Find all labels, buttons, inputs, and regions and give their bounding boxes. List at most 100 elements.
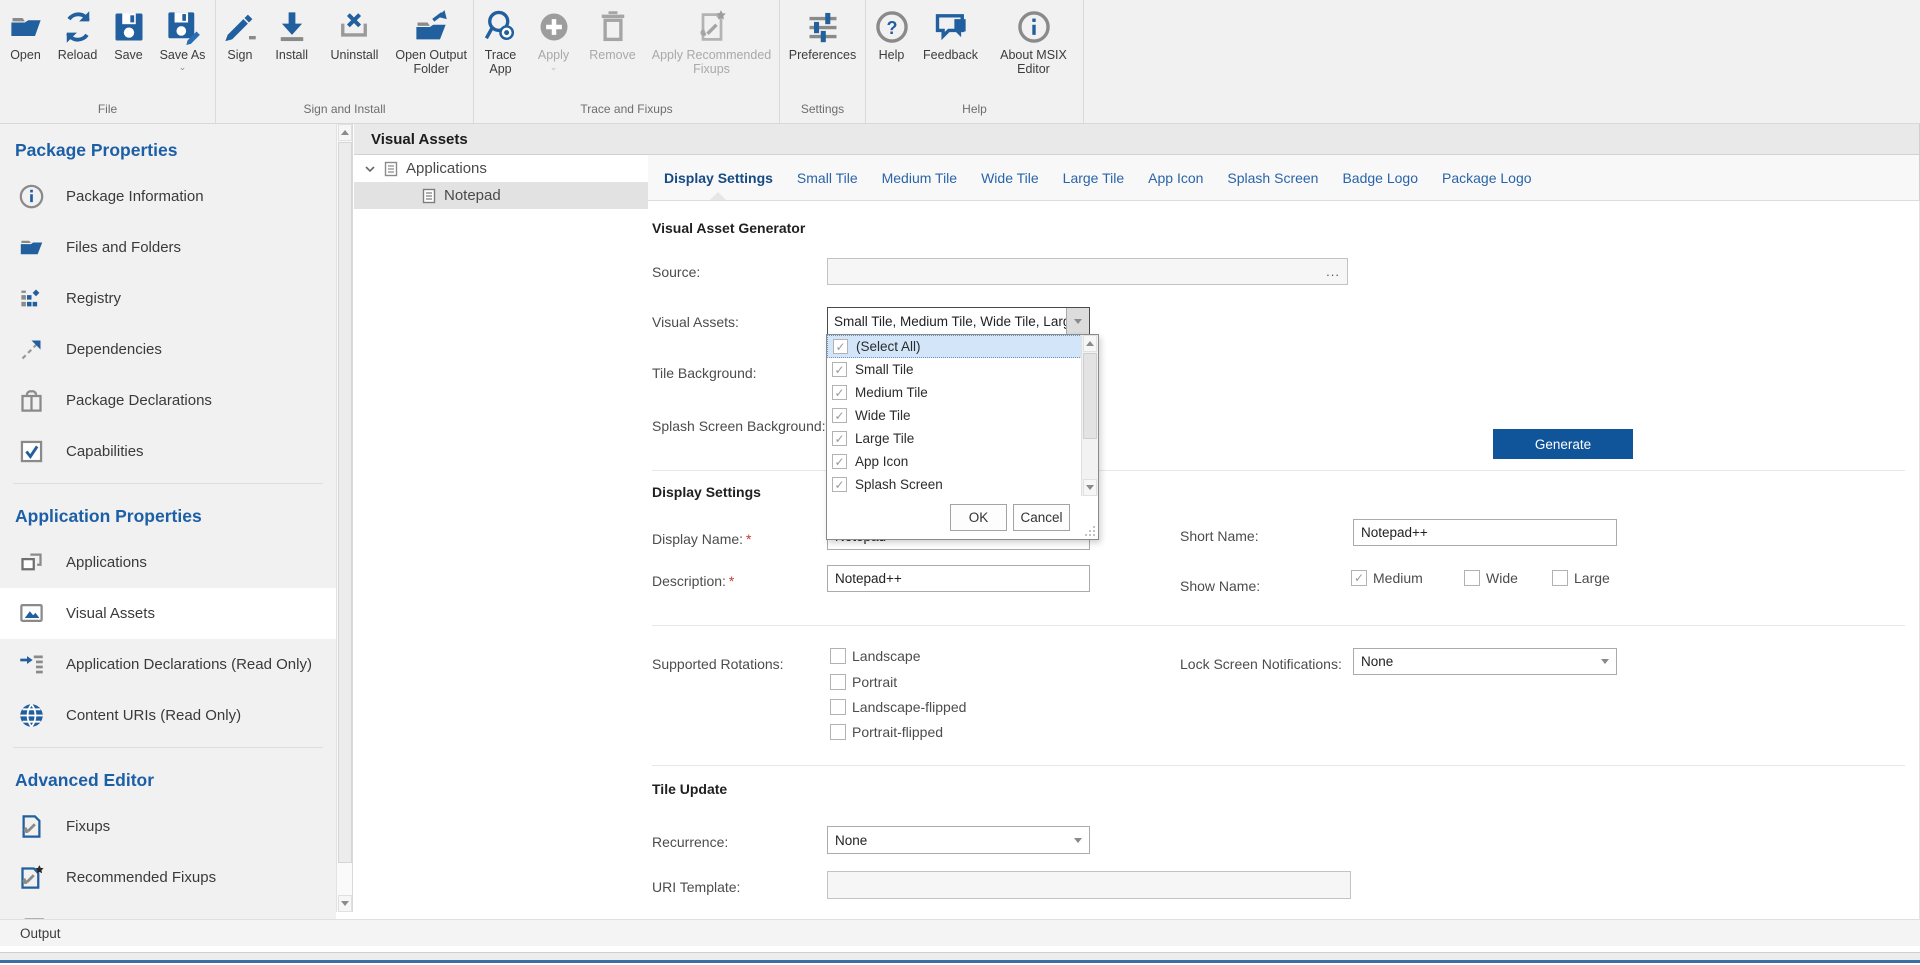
sidebar-item-applications[interactable]: Applications xyxy=(0,537,336,588)
checkbox-checked-icon[interactable] xyxy=(833,339,848,354)
checkbox-icon[interactable] xyxy=(1464,570,1480,586)
scrollbar-down-button[interactable] xyxy=(1083,479,1097,496)
tab-wide-tile[interactable]: Wide Tile xyxy=(969,155,1051,200)
scrollbar-up-button[interactable] xyxy=(1083,335,1097,352)
source-input[interactable]: ... xyxy=(827,258,1348,285)
feedback-button[interactable]: Feedback xyxy=(915,7,987,62)
apply-recommended-fixups-button[interactable]: Apply Recommended Fixups xyxy=(645,7,779,76)
sidebar-item-package-information[interactable]: Package Information xyxy=(0,171,336,222)
tree-node-notepad[interactable]: Notepad xyxy=(354,182,648,209)
checkbox-checked-icon[interactable] xyxy=(832,385,847,400)
browse-button[interactable]: ... xyxy=(1326,264,1340,279)
checkbox-icon[interactable] xyxy=(1552,570,1568,586)
sidebar-item-content-uris[interactable]: Content URIs (Read Only) xyxy=(0,690,336,741)
remove-button[interactable]: Remove xyxy=(581,7,645,62)
show-name-medium-checkbox[interactable]: Medium xyxy=(1351,570,1423,586)
recurrence-select[interactable]: None xyxy=(827,826,1090,854)
rotation-landscape-checkbox[interactable]: Landscape xyxy=(830,648,921,664)
save-button[interactable]: Save xyxy=(106,7,152,62)
visual-assets-combo[interactable]: Small Tile, Medium Tile, Wide Tile, Larg… xyxy=(827,307,1090,335)
output-bar[interactable]: Output xyxy=(0,919,1920,946)
rotation-portrait-checkbox[interactable]: Portrait xyxy=(830,674,897,690)
tab-badge-logo[interactable]: Badge Logo xyxy=(1330,155,1430,200)
generate-button[interactable]: Generate xyxy=(1493,429,1633,459)
option-large-tile[interactable]: Large Tile xyxy=(827,427,1098,450)
tab-small-tile[interactable]: Small Tile xyxy=(785,155,870,200)
about-msix-editor-button[interactable]: About MSIX Editor xyxy=(987,7,1081,76)
option-medium-tile[interactable]: Medium Tile xyxy=(827,381,1098,404)
chevron-down-icon[interactable] xyxy=(364,163,376,175)
help-button[interactable]: ? Help xyxy=(869,7,915,62)
sidebar-item-dependencies[interactable]: Dependencies xyxy=(0,324,336,375)
tree-node-applications[interactable]: Applications xyxy=(354,155,648,182)
uninstall-button[interactable]: Uninstall xyxy=(320,7,390,62)
sidebar-item-package-declarations[interactable]: Package Declarations xyxy=(0,375,336,426)
save-as-button[interactable]: Save As ⌄ xyxy=(152,7,214,71)
sidebar-item-app-manifest[interactable]: App Manifest (Read Only) xyxy=(0,903,336,919)
apply-button[interactable]: Apply ⌄ xyxy=(527,7,581,71)
short-name-input[interactable]: Notepad++ xyxy=(1353,519,1617,546)
cancel-button[interactable]: Cancel xyxy=(1013,504,1070,531)
scrollbar-thumb[interactable] xyxy=(338,142,352,863)
scrollbar-down-button[interactable] xyxy=(338,895,352,912)
description-input[interactable]: Notepad++ xyxy=(827,565,1090,592)
rotation-portrait-flipped-checkbox[interactable]: Portrait-flipped xyxy=(830,724,943,740)
tab-large-tile[interactable]: Large Tile xyxy=(1051,155,1136,200)
option-app-icon[interactable]: App Icon xyxy=(827,450,1098,473)
sidebar-scrollbar[interactable] xyxy=(336,124,353,912)
sidebar-item-fixups[interactable]: Fixups xyxy=(0,801,336,852)
tab-app-icon[interactable]: App Icon xyxy=(1136,155,1215,200)
checkbox-checked-icon[interactable] xyxy=(832,477,847,492)
option-splash-screen[interactable]: Splash Screen xyxy=(827,473,1098,496)
sidebar-item-registry[interactable]: Registry xyxy=(0,273,336,324)
sidebar-item-application-declarations[interactable]: Application Declarations (Read Only) xyxy=(0,639,336,690)
capabilities-icon xyxy=(18,438,45,465)
about-info-icon xyxy=(1016,9,1052,45)
checkbox-checked-icon[interactable] xyxy=(832,454,847,469)
checkbox-icon[interactable] xyxy=(830,674,846,690)
scrollbar-thumb[interactable] xyxy=(1083,353,1097,439)
sign-button[interactable]: Sign xyxy=(216,7,264,62)
tab-splash-screen[interactable]: Splash Screen xyxy=(1215,155,1330,200)
ok-button[interactable]: OK xyxy=(950,504,1007,531)
reload-button[interactable]: Reload xyxy=(50,7,106,62)
checkbox-icon[interactable] xyxy=(830,724,846,740)
apply-recommended-fixups-icon xyxy=(694,9,730,45)
option-small-tile[interactable]: Small Tile xyxy=(827,358,1098,381)
checkbox-checked-icon[interactable] xyxy=(832,408,847,423)
open-output-folder-button[interactable]: Open Output Folder xyxy=(389,7,473,76)
sidebar-item-recommended-fixups[interactable]: Recommended Fixups xyxy=(0,852,336,903)
checkbox-checked-icon[interactable] xyxy=(832,431,847,446)
visual-assets-combo-value: Small Tile, Medium Tile, Wide Tile, Larg… xyxy=(828,308,1066,334)
tab-display-settings[interactable]: Display Settings xyxy=(652,155,785,200)
visual-assets-dropdown-button[interactable] xyxy=(1066,308,1089,334)
install-icon xyxy=(274,9,310,45)
sidebar-item-capabilities[interactable]: Capabilities xyxy=(0,426,336,477)
trace-app-button[interactable]: Trace App xyxy=(475,7,527,76)
checkbox-icon[interactable] xyxy=(830,648,846,664)
checkbox-checked-icon[interactable] xyxy=(832,362,847,377)
uri-template-input[interactable] xyxy=(827,871,1351,899)
save-as-label: Save As xyxy=(160,48,206,62)
option-wide-tile[interactable]: Wide Tile xyxy=(827,404,1098,427)
rotation-landscape-flipped-checkbox[interactable]: Landscape-flipped xyxy=(830,699,966,715)
bottom-strip-gray xyxy=(0,952,1920,960)
preferences-button[interactable]: Preferences xyxy=(783,7,863,62)
show-name-wide-checkbox[interactable]: Wide xyxy=(1464,570,1518,586)
popup-scrollbar[interactable] xyxy=(1081,335,1098,496)
save-as-chevron-icon[interactable]: ⌄ xyxy=(179,65,187,71)
resize-grip-icon[interactable] xyxy=(1084,525,1096,537)
checkbox-checked-icon[interactable] xyxy=(1351,570,1367,586)
install-button[interactable]: Install xyxy=(264,7,320,62)
open-button[interactable]: Open xyxy=(2,7,50,62)
lock-screen-notifications-select[interactable]: None xyxy=(1353,648,1617,675)
sidebar-item-files-and-folders[interactable]: Files and Folders xyxy=(0,222,336,273)
tab-medium-tile[interactable]: Medium Tile xyxy=(870,155,969,200)
sidebar-item-visual-assets[interactable]: Visual Assets xyxy=(0,588,336,639)
scrollbar-up-button[interactable] xyxy=(338,124,352,141)
ribbon-group-help: ? Help Feedback About MSIX Editor Help xyxy=(866,0,1084,123)
show-name-large-checkbox[interactable]: Large xyxy=(1552,570,1610,586)
tab-package-logo[interactable]: Package Logo xyxy=(1430,155,1544,200)
option-select-all[interactable]: (Select All) xyxy=(827,335,1098,358)
checkbox-icon[interactable] xyxy=(830,699,846,715)
